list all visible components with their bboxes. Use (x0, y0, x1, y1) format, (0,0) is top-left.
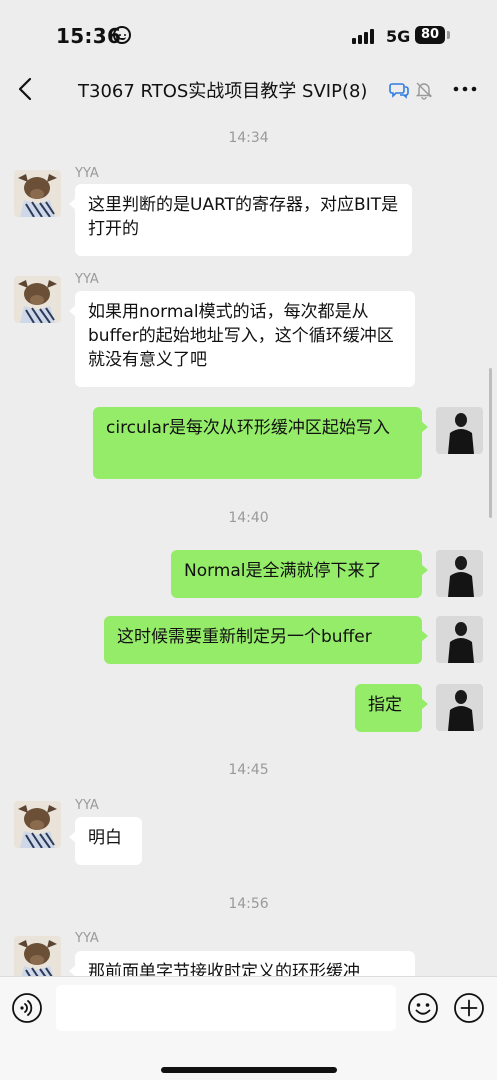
scrollbar[interactable] (489, 368, 492, 518)
message-timestamp: 14:40 (228, 510, 269, 526)
network-type: 5G (386, 27, 411, 46)
chat-bubbles-icon (389, 83, 409, 99)
voice-icon[interactable] (11, 992, 43, 1024)
message-timestamp: 14:34 (228, 130, 269, 146)
back-icon[interactable] (14, 76, 40, 102)
message-bubble-outgoing[interactable]: 这时候需要重新制定另一个buffer (104, 616, 428, 664)
message-list[interactable]: 14:34 YYA 这里判断的是UART的寄存器，对应BIT是打开的 YYA 如… (0, 116, 497, 976)
sender-name: YYA (75, 166, 99, 181)
sender-name: YYA (75, 931, 99, 946)
home-indicator (161, 1067, 337, 1073)
cellular-signal-icon (352, 26, 380, 44)
avatar-self[interactable] (436, 616, 483, 663)
battery-icon: 80 (415, 26, 445, 44)
battery-tip (447, 31, 450, 39)
status-bar: 15:36 5G 80 (0, 0, 497, 64)
avatar-self[interactable] (436, 550, 483, 597)
avatar-yya[interactable] (14, 276, 61, 323)
message-timestamp: 14:45 (228, 762, 269, 778)
message-bubble-outgoing[interactable]: Normal是全满就停下来了 (171, 550, 428, 598)
message-bubble-incoming[interactable]: 那前面单字节接收时定义的环形缓冲 (69, 951, 415, 976)
sender-name: YYA (75, 272, 99, 287)
chat-title: T3067 RTOS实战项目教学 SVIP(8) (78, 81, 368, 102)
message-bubble-outgoing[interactable]: 指定 (355, 684, 428, 732)
message-bubble-outgoing[interactable]: circular是每次从环形缓冲区起始写入 (93, 407, 428, 479)
message-bubble-incoming[interactable]: 如果用normal模式的话，每次都是从buffer的起始地址写入，这个循环缓冲区… (69, 291, 415, 387)
message-bubble-incoming[interactable]: 明白 (69, 817, 142, 865)
message-bubble-incoming[interactable]: 这里判断的是UART的寄存器，对应BIT是打开的 (69, 184, 412, 256)
avatar-yya[interactable] (14, 936, 61, 976)
avatar-yya[interactable] (14, 170, 61, 217)
mute-bell-icon (415, 82, 433, 100)
message-timestamp: 14:56 (228, 896, 269, 912)
input-bar (0, 976, 497, 1080)
avatar-self[interactable] (436, 684, 483, 731)
status-time: 15:36 (56, 24, 122, 48)
chat-header: T3067 RTOS实战项目教学 SVIP(8) (0, 64, 497, 116)
message-input[interactable] (56, 985, 396, 1031)
more-icon[interactable] (452, 78, 478, 100)
avatar-self[interactable] (436, 407, 483, 454)
focus-mode-icon (113, 26, 131, 44)
avatar-yya[interactable] (14, 801, 61, 848)
emoji-icon[interactable] (407, 992, 439, 1024)
sender-name: YYA (75, 798, 99, 813)
plus-icon[interactable] (453, 992, 485, 1024)
